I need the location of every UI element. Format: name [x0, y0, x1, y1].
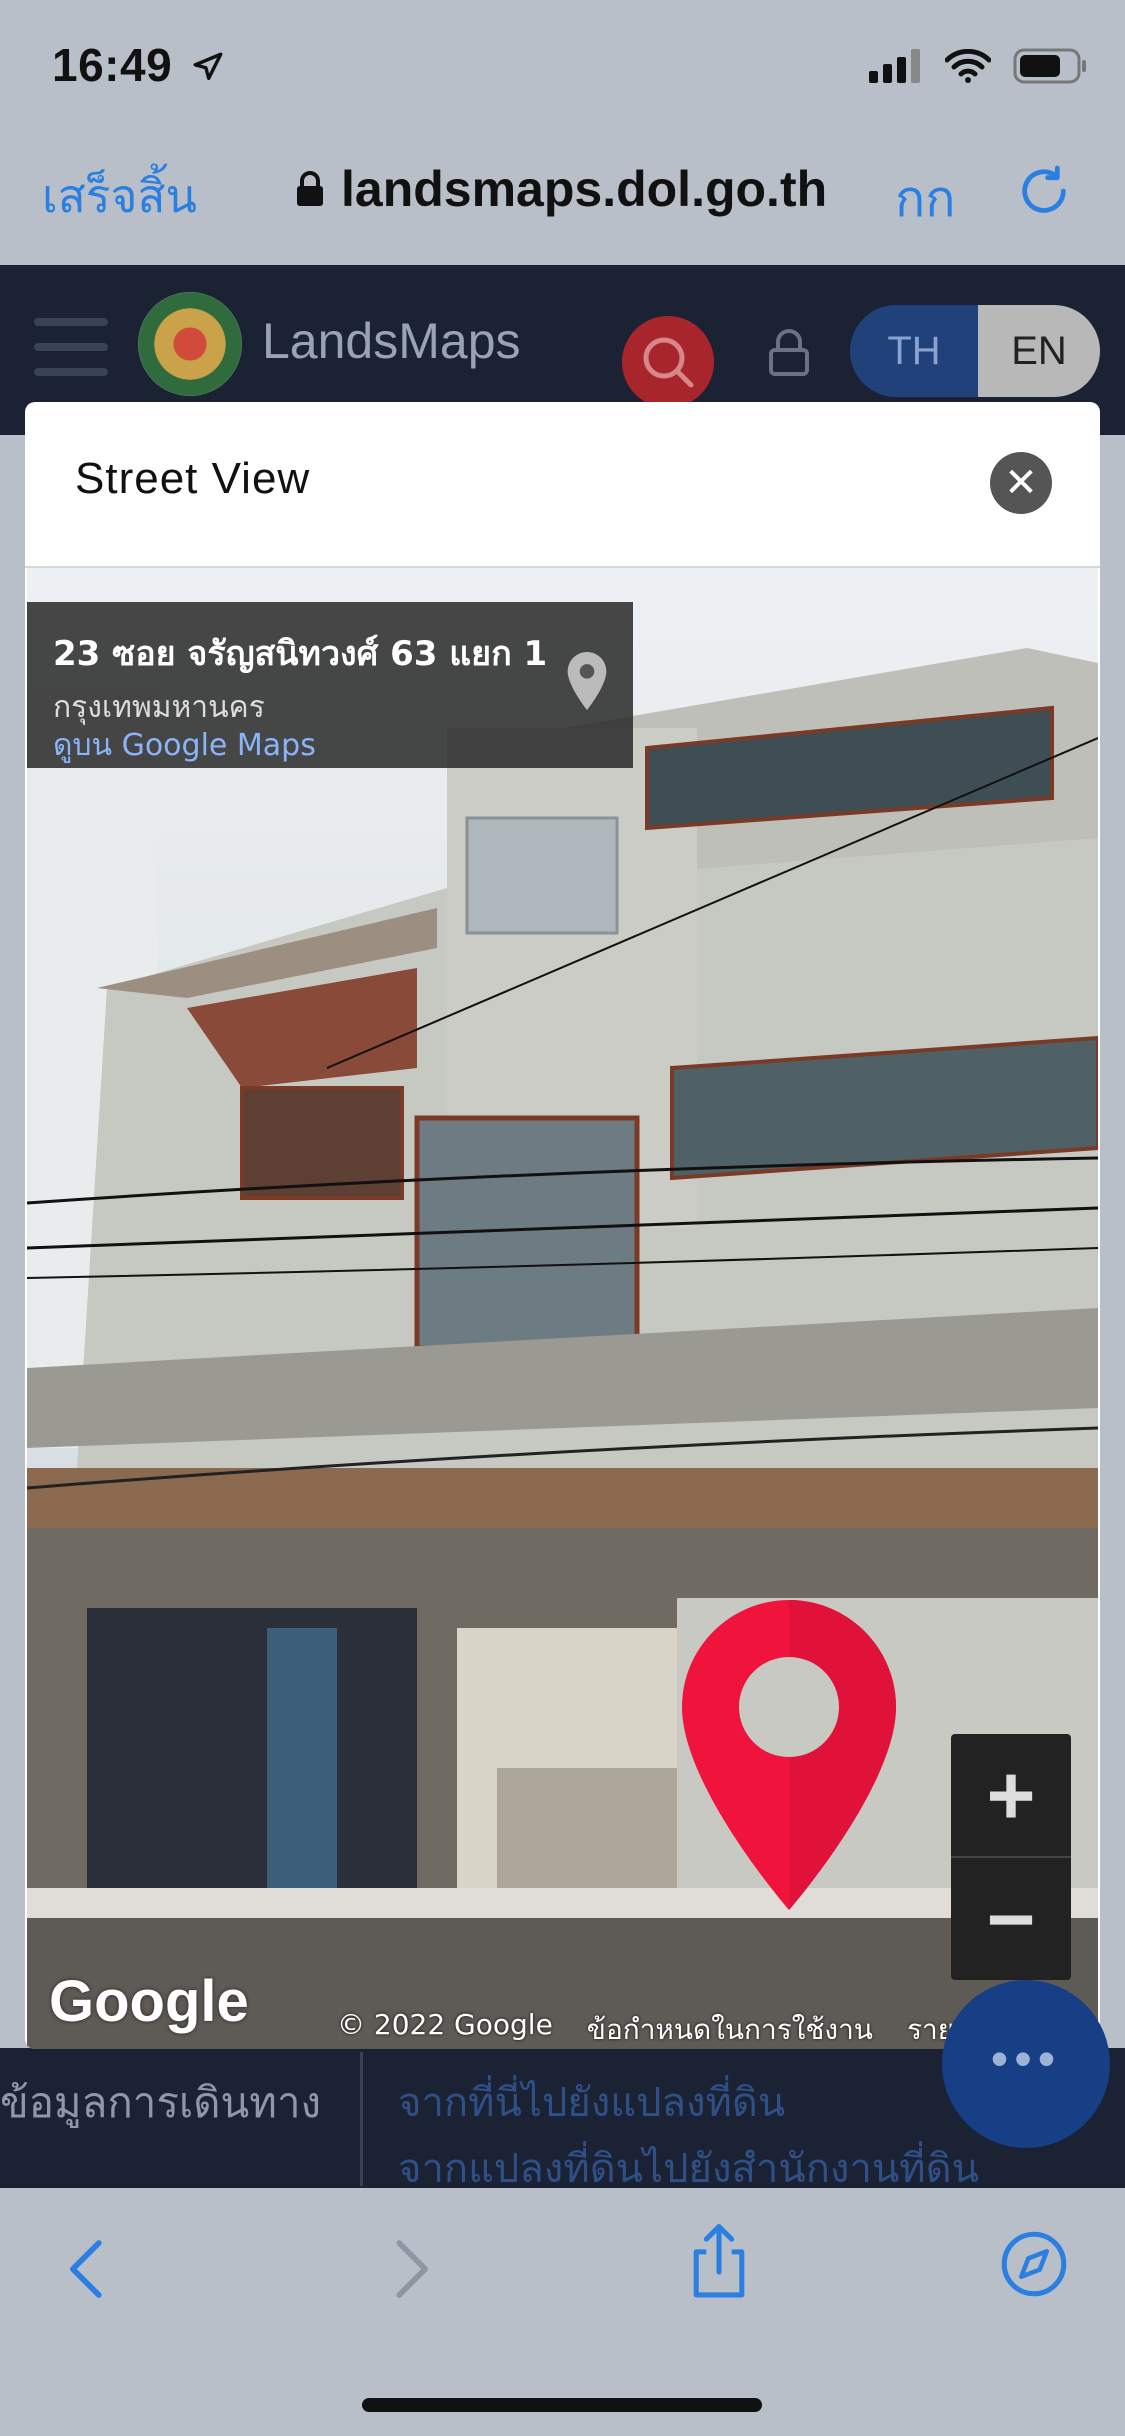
- location-marker-icon: [682, 1600, 896, 1915]
- copyright-text: © 2022 Google: [337, 2008, 553, 2041]
- done-button[interactable]: เสร็จสิ้น: [42, 160, 197, 233]
- login-button[interactable]: [766, 328, 812, 381]
- site-logo: [138, 292, 242, 396]
- back-icon[interactable]: [62, 2238, 114, 2300]
- zoom-out-button[interactable]: −: [951, 1858, 1071, 1980]
- site-search-button[interactable]: [622, 316, 714, 408]
- modal-title: Street View: [75, 454, 311, 503]
- status-indicators: [869, 48, 1087, 84]
- divider: [360, 2052, 363, 2186]
- route-link-to-plot[interactable]: จากที่นี่ไปยังแปลงที่ดิน: [398, 2070, 785, 2134]
- home-indicator: [362, 2398, 762, 2412]
- share-icon[interactable]: [688, 2224, 750, 2300]
- address-text: 23 ซอย จรัญสนิทวงศ์ 63 แยก 1: [53, 634, 548, 674]
- url-bar[interactable]: landsmaps.dol.go.th: [295, 160, 827, 218]
- padlock-icon: [769, 329, 809, 376]
- street-view-modal: Street View ✕ 23 ซอย จรัญสนิทวงศ์ 63 แยก…: [25, 402, 1100, 2049]
- more-icon: •••: [990, 2031, 1062, 2087]
- lang-en-option[interactable]: EN: [978, 305, 1100, 397]
- terms-link[interactable]: ข้อกำหนดในการใช้งาน: [587, 2008, 873, 2048]
- street-view-panorama[interactable]: 23 ซอย จรัญสนิทวงศ์ 63 แยก 1 กรุงเทพมหาน…: [27, 568, 1098, 2049]
- compass-icon[interactable]: [1000, 2230, 1068, 2298]
- battery-icon: [1013, 48, 1086, 84]
- site-brand: LandsMaps: [262, 313, 521, 369]
- url-text: landsmaps.dol.go.th: [341, 161, 828, 217]
- zoom-control: + −: [951, 1734, 1071, 1980]
- close-icon: ✕: [1004, 461, 1038, 505]
- lock-icon: [297, 171, 323, 206]
- reload-icon: [1022, 165, 1066, 213]
- reload-button[interactable]: [1015, 162, 1073, 225]
- zoom-in-button[interactable]: +: [951, 1734, 1071, 1858]
- language-toggle[interactable]: TH EN: [850, 305, 1100, 397]
- street-view-image: [27, 568, 1098, 2049]
- location-info-card: 23 ซอย จรัญสนิทวงศ์ 63 แยก 1 กรุงเทพมหาน…: [27, 602, 633, 768]
- status-time: 16:49: [52, 38, 225, 92]
- close-button[interactable]: ✕: [990, 452, 1052, 514]
- forward-icon[interactable]: [384, 2238, 436, 2300]
- google-logo: Google: [49, 1969, 249, 2034]
- search-icon: [643, 337, 694, 388]
- location-arrow-icon: [193, 52, 223, 81]
- travel-info-label: ข้อมูลการเดินทาง: [0, 2078, 322, 2127]
- map-pin-icon[interactable]: [567, 652, 607, 715]
- menu-icon[interactable]: [34, 318, 108, 393]
- lang-th-option[interactable]: TH: [850, 305, 978, 397]
- modal-header: Street View ✕: [25, 402, 1100, 568]
- cellular-signal-icon: [869, 49, 920, 83]
- view-on-google-maps-link[interactable]: ดูบน Google Maps: [53, 722, 316, 769]
- text-size-button[interactable]: กก: [895, 160, 956, 239]
- wifi-icon: [945, 49, 991, 83]
- more-options-button[interactable]: •••: [942, 1980, 1110, 2148]
